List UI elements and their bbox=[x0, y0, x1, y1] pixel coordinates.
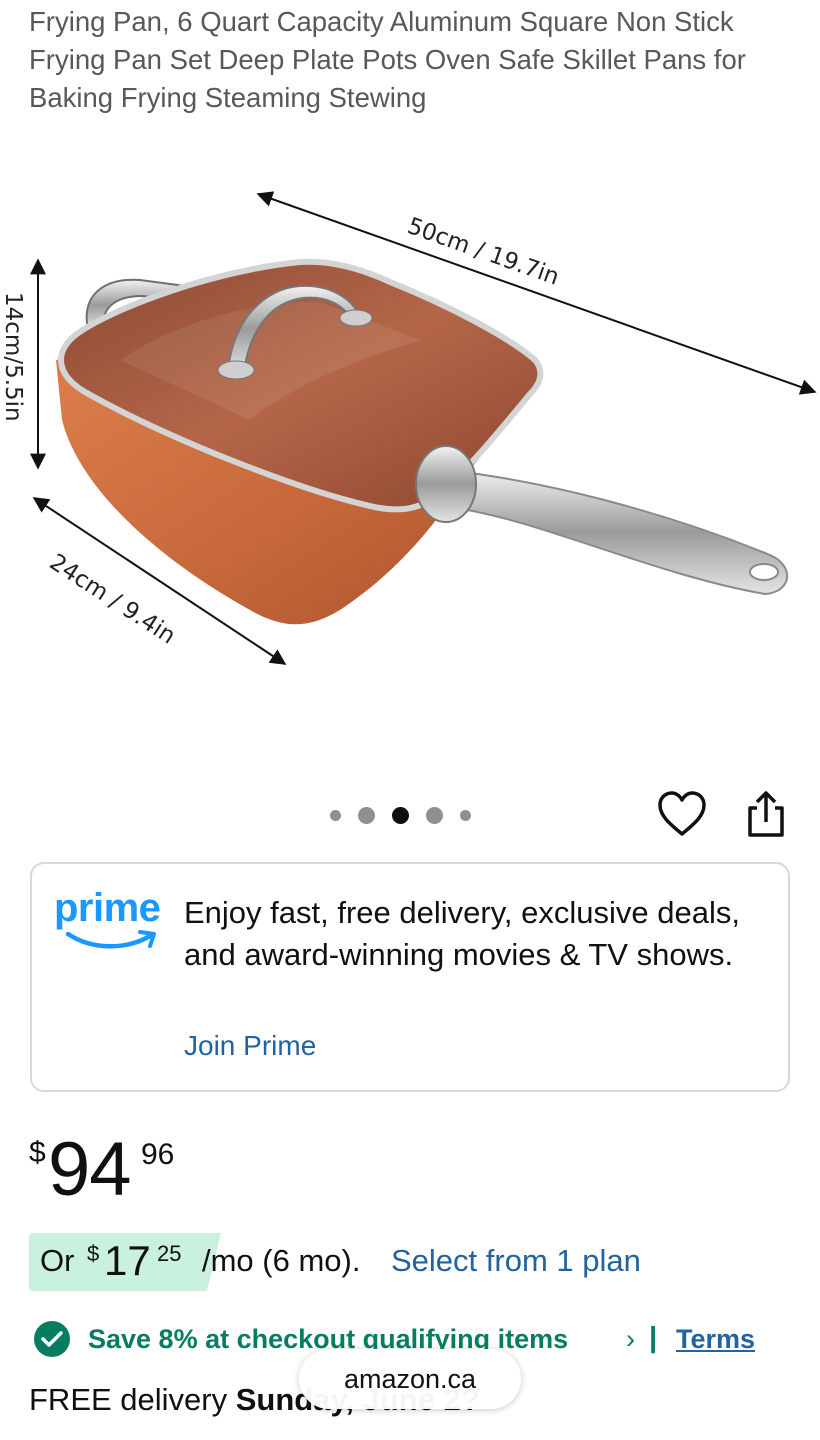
carousel-dot-active[interactable] bbox=[392, 806, 409, 824]
heart-outline-icon[interactable] bbox=[656, 790, 708, 840]
height-dimension-label: 14cm/5.5in bbox=[0, 292, 26, 422]
pan-long-handle bbox=[443, 468, 789, 596]
installment-currency: $ bbox=[87, 1241, 100, 1266]
chevron-right-icon[interactable]: › bbox=[626, 1324, 635, 1355]
product-page: Frying Pan, 6 Quart Capacity Aluminum Sq… bbox=[0, 0, 820, 1440]
select-plan-link[interactable]: Select from 1 plan bbox=[391, 1243, 641, 1279]
installment-term: /mo (6 mo). bbox=[202, 1243, 361, 1278]
delivery-prefix: FREE delivery bbox=[29, 1382, 228, 1417]
prime-logo-text: prime bbox=[54, 886, 161, 930]
product-image[interactable]: 50cm / 19.7in 14cm/5.5in 24cm / 9.4in bbox=[0, 150, 820, 710]
prime-message: Enjoy fast, free delivery, exclusive dea… bbox=[184, 895, 740, 972]
savings-separator: | bbox=[649, 1322, 658, 1354]
installment-whole: 17 bbox=[104, 1237, 151, 1284]
price-fraction: 96 bbox=[141, 1138, 175, 1171]
browser-domain-pill[interactable]: amazon.ca bbox=[299, 1349, 521, 1409]
width-dimension-label: 50cm / 19.7in bbox=[404, 213, 562, 291]
carousel-dot[interactable] bbox=[358, 806, 375, 824]
carousel-dot[interactable] bbox=[330, 809, 341, 821]
terms-link[interactable]: Terms bbox=[676, 1324, 755, 1355]
installment-offer: Or $ 17 25 /mo (6 mo). Select from 1 pla… bbox=[29, 1233, 809, 1291]
image-carousel-dots[interactable] bbox=[330, 800, 471, 830]
product-title: Frying Pan, 6 Quart Capacity Aluminum Sq… bbox=[29, 6, 746, 113]
price-currency: $ bbox=[29, 1136, 46, 1169]
installment-fraction: 25 bbox=[157, 1241, 182, 1266]
depth-dimension-label: 24cm / 9.4in bbox=[45, 549, 180, 649]
share-icon[interactable] bbox=[742, 790, 790, 840]
carousel-dot[interactable] bbox=[426, 806, 443, 824]
checkmark-circle-icon bbox=[34, 1321, 70, 1357]
join-prime-link[interactable]: Join Prime bbox=[184, 1030, 316, 1062]
carousel-dot[interactable] bbox=[460, 809, 471, 821]
prime-promo-card: prime Enjoy fast, free delivery, exclusi… bbox=[30, 862, 790, 1092]
installment-prefix: Or bbox=[40, 1243, 75, 1278]
prime-logo: prime bbox=[54, 886, 166, 960]
price-whole: 94 bbox=[48, 1127, 132, 1212]
prime-smile-icon bbox=[65, 930, 156, 949]
handle-bracket bbox=[415, 445, 477, 523]
